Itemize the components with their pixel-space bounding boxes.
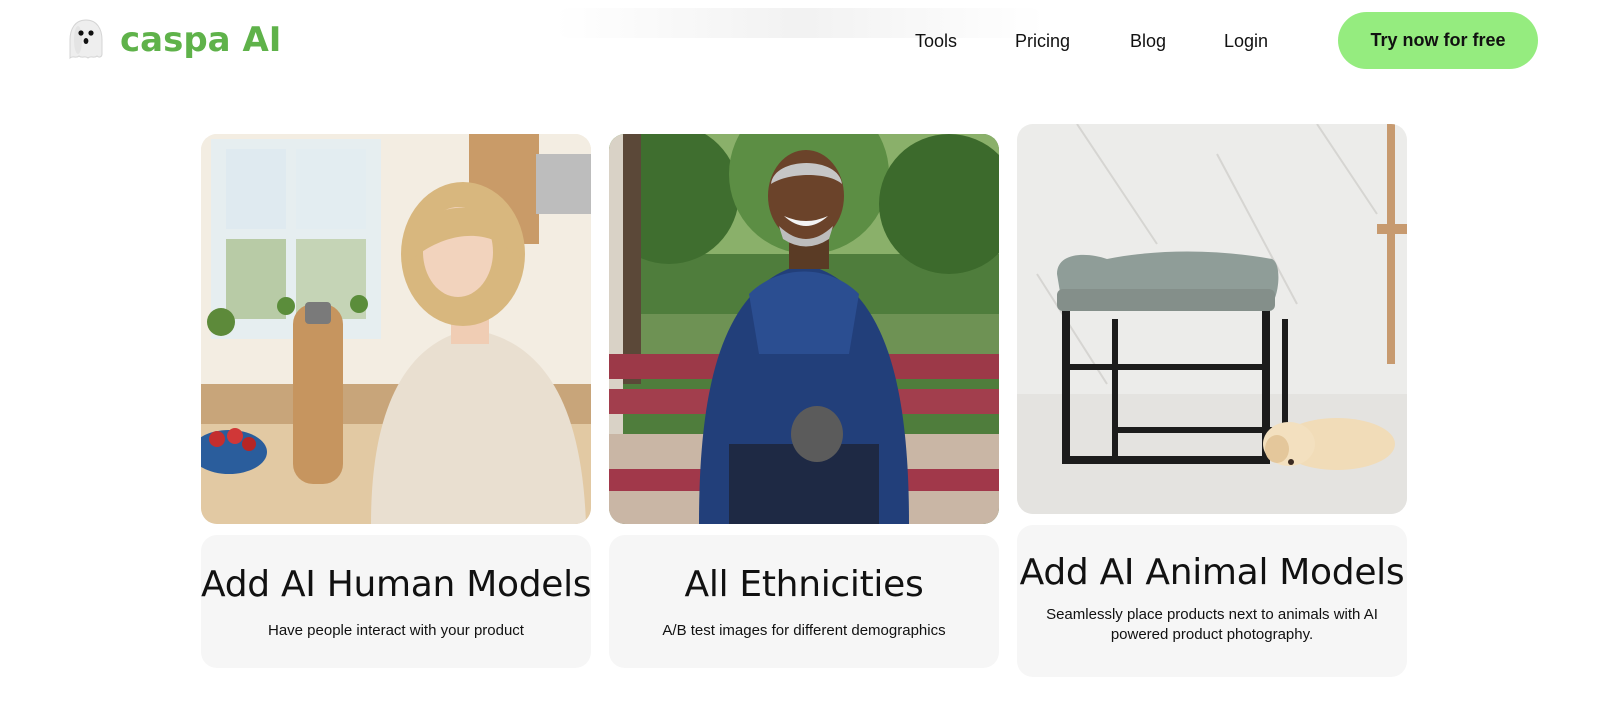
card-image-human-model <box>201 134 591 524</box>
site-header: caspa AI Tools Pricing Blog Login Try no… <box>0 0 1600 82</box>
nav-blog[interactable]: Blog <box>1130 26 1166 56</box>
card-image-ethnicities <box>609 134 999 524</box>
card-body-human-models: Add AI Human Models Have people interact… <box>201 535 592 668</box>
ottoman-puppy-image <box>1017 124 1407 514</box>
nav-tools[interactable]: Tools <box>915 26 957 56</box>
card-description: A/B test images for different demographi… <box>662 622 946 639</box>
ghost-icon <box>69 19 103 60</box>
card-title: Add AI Human Models <box>201 564 592 605</box>
card-title: Add AI Animal Models <box>1019 552 1405 593</box>
card-body-ethnicities: All Ethnicities A/B test images for diff… <box>609 535 999 668</box>
card-description: Have people interact with your product <box>268 622 524 639</box>
card-body-animal-models: Add AI Animal Models Seamlessly place pr… <box>1017 525 1407 677</box>
announcement-bar <box>555 8 1045 38</box>
card-description: Seamlessly place products next to animal… <box>1046 606 1378 643</box>
nav-login[interactable]: Login <box>1224 26 1268 56</box>
card-image-animal-models <box>1017 124 1407 514</box>
try-now-button[interactable]: Try now for free <box>1338 12 1538 69</box>
woman-kitchen-image <box>201 134 591 524</box>
man-bench-image <box>609 134 999 524</box>
brand-logo[interactable]: caspa AI <box>66 18 281 62</box>
brand-name: caspa AI <box>120 20 282 60</box>
nav-pricing[interactable]: Pricing <box>1015 26 1070 56</box>
card-title: All Ethnicities <box>684 564 924 605</box>
